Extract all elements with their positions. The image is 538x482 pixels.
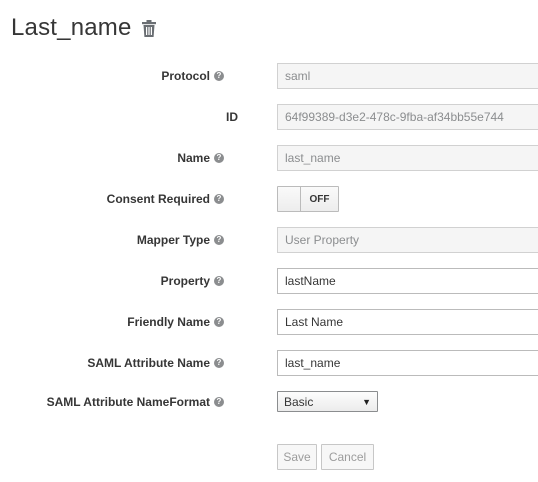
friendly-name-label-text: Friendly Name: [127, 315, 210, 329]
friendly-name-label: Friendly Name ?: [127, 315, 224, 329]
select-value: Basic: [284, 394, 314, 409]
dropdown-caret-icon: ▼: [362, 396, 371, 407]
consent-required-label-text: Consent Required: [106, 192, 210, 206]
protocol-label: Protocol ?: [161, 69, 224, 83]
protocol-row: Protocol ? saml: [0, 63, 538, 89]
consent-required-label: Consent Required ?: [107, 192, 224, 206]
saml-attribute-nameformat-label: SAML Attribute NameFormat ?: [47, 395, 224, 409]
property-label-text: Property: [160, 274, 210, 288]
consent-required-toggle[interactable]: OFF: [277, 186, 339, 212]
name-label-text: Name: [177, 151, 210, 165]
saml-attribute-nameformat-row: SAML Attribute NameFormat ? Basic ▼: [0, 389, 538, 415]
property-input[interactable]: lastName: [277, 268, 538, 294]
property-row: Property ? lastName: [0, 268, 538, 294]
cancel-button[interactable]: Cancel: [321, 444, 374, 470]
mapper-type-row: Mapper Type ? User Property: [0, 227, 538, 253]
protocol-label-text: Protocol: [161, 69, 210, 83]
page-title: Last_name: [11, 14, 156, 42]
help-icon[interactable]: ?: [214, 153, 224, 163]
toggle-state-text: OFF: [301, 187, 338, 211]
consent-required-row: Consent Required ? OFF: [0, 186, 538, 212]
name-field: last_name: [277, 145, 538, 171]
help-icon[interactable]: ?: [214, 71, 224, 81]
saml-attribute-name-input[interactable]: last_name: [277, 350, 538, 376]
saml-attribute-name-row: SAML Attribute Name ? last_name: [0, 350, 538, 376]
help-icon[interactable]: ?: [214, 276, 224, 286]
name-row: Name ? last_name: [0, 145, 538, 171]
help-icon[interactable]: ?: [214, 358, 224, 368]
mapper-type-field: User Property: [277, 227, 538, 253]
property-label: Property ?: [161, 274, 224, 288]
trash-icon[interactable]: [141, 19, 156, 37]
id-label: ID: [226, 110, 238, 124]
name-label: Name ?: [177, 151, 224, 165]
id-label-text: ID: [226, 110, 238, 124]
help-icon[interactable]: ?: [214, 194, 224, 204]
saml-attribute-nameformat-label-text: SAML Attribute NameFormat: [46, 395, 210, 409]
id-field: 64f99389-d3e2-478c-9fba-af34bb55e744: [277, 104, 538, 130]
saml-attribute-name-label-text: SAML Attribute Name: [87, 356, 210, 370]
page-title-text: Last_name: [11, 14, 132, 41]
help-icon[interactable]: ?: [214, 397, 224, 407]
friendly-name-input[interactable]: Last Name: [277, 309, 538, 335]
friendly-name-row: Friendly Name ? Last Name: [0, 309, 538, 335]
mapper-type-label: Mapper Type ?: [137, 233, 224, 247]
toggle-knob: [278, 187, 301, 211]
mapper-type-label-text: Mapper Type: [136, 233, 210, 247]
saml-attribute-nameformat-select[interactable]: Basic ▼: [277, 391, 378, 412]
saml-attribute-name-label: SAML Attribute Name ?: [87, 356, 224, 370]
help-icon[interactable]: ?: [214, 317, 224, 327]
protocol-field: saml: [277, 63, 538, 89]
id-row: ID 64f99389-d3e2-478c-9fba-af34bb55e744: [0, 104, 538, 130]
help-icon[interactable]: ?: [214, 235, 224, 245]
save-button[interactable]: Save: [277, 444, 317, 470]
